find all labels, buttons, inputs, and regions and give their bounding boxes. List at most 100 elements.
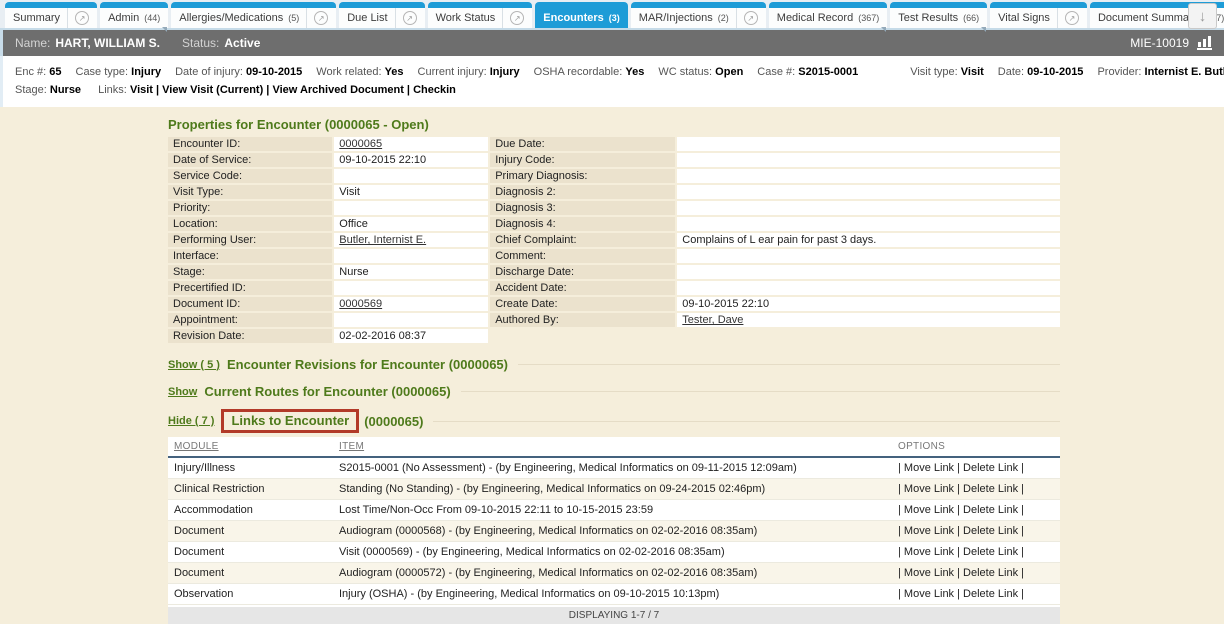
case-field-value: 09-10-2015 — [246, 66, 302, 78]
case-field-label: WC status: — [658, 66, 715, 78]
property-value-link[interactable]: 0000065 — [339, 138, 382, 150]
property-value-link[interactable]: 0000569 — [339, 298, 382, 310]
system-id: MIE-10019 — [1130, 36, 1189, 50]
property-label: Precertified ID: — [168, 281, 332, 295]
property-label: Appointment: — [168, 313, 332, 327]
property-label: Injury Code: — [490, 153, 675, 167]
case-field-value: Yes — [625, 66, 644, 78]
property-label: Visit Type: — [168, 185, 332, 199]
delete-link-button[interactable]: Delete Link — [963, 588, 1018, 600]
patient-header-bar: Name: HART, WILLIAM S. Status: Active MI… — [0, 30, 1224, 56]
popout-arrow-icon: ↗ — [1065, 11, 1079, 25]
property-label: Comment: — [490, 249, 675, 263]
case-link-visit[interactable]: Visit — [130, 84, 153, 96]
tab-popout-button[interactable]: ↗ — [1057, 8, 1079, 28]
routes-show-toggle[interactable]: Show — [168, 386, 197, 398]
properties-row: Encounter ID: 0000065 Due Date: — [168, 137, 1060, 151]
properties-row: Location:OfficeDiagnosis 4: — [168, 217, 1060, 231]
delete-link-button[interactable]: Delete Link — [963, 546, 1018, 558]
column-header-module[interactable]: MODULE — [174, 441, 219, 452]
tab-label: Admin — [108, 12, 139, 24]
delete-link-button[interactable]: Delete Link — [963, 462, 1018, 474]
property-label: Date of Service: — [168, 153, 332, 167]
tab-allergies-medications[interactable]: Allergies/Medications(5)↗ — [171, 2, 336, 28]
property-label: Encounter ID: — [168, 137, 332, 151]
property-value-link[interactable]: Butler, Internist E. — [339, 234, 426, 246]
visit-field-value: Visit — [961, 66, 984, 78]
case-link-view-archived-document[interactable]: View Archived Document — [272, 84, 403, 96]
tab-label: Work Status — [436, 12, 496, 24]
tab-mar-injections[interactable]: MAR/Injections(2)↗ — [631, 2, 766, 28]
tab-count: (5) — [288, 13, 299, 23]
case-link-checkin[interactable]: Checkin — [413, 84, 456, 96]
case-info-row-2: Stage: Nurse Links: Visit | View Visit (… — [15, 82, 1212, 98]
tab-popout-button[interactable]: ↗ — [306, 8, 328, 28]
case-link-view-visit-current-[interactable]: View Visit (Current) — [162, 84, 263, 96]
property-value — [677, 185, 1060, 199]
tab-medical-record[interactable]: Medical Record(367) — [769, 2, 887, 28]
tab-due-list[interactable]: Due List↗ — [339, 2, 424, 28]
delete-link-button[interactable]: Delete Link — [963, 504, 1018, 516]
property-label: Create Date: — [490, 297, 675, 311]
routes-section-header: Show Current Routes for Encounter (00000… — [168, 384, 1060, 399]
link-options-cell: | Move Link | Delete Link | — [892, 521, 1060, 542]
visit-field-value: Internist E. Butler, M.D. — [1145, 66, 1224, 78]
property-value — [334, 281, 488, 295]
revisions-show-toggle[interactable]: Show ( 5 ) — [168, 359, 220, 371]
links-heading-highlighted: Links to Encounter — [221, 409, 359, 433]
properties-heading: Properties for Encounter (0000065 - Open… — [168, 117, 1224, 132]
move-link-button[interactable]: Move Link — [904, 546, 954, 558]
delete-link-button[interactable]: Delete Link — [963, 483, 1018, 495]
move-link-button[interactable]: Move Link — [904, 567, 954, 579]
properties-row: Visit Type:VisitDiagnosis 2: — [168, 185, 1060, 199]
tab-work-status[interactable]: Work Status ↗ — [428, 2, 533, 28]
tab-popout-button[interactable]: ↗ — [502, 8, 524, 28]
popout-arrow-icon: ↗ — [510, 11, 524, 25]
move-link-button[interactable]: Move Link — [904, 462, 954, 474]
property-value: Nurse — [334, 265, 488, 279]
tab-count: (2) — [718, 13, 729, 23]
tab-vital-signs[interactable]: Vital Signs↗ — [990, 2, 1087, 28]
case-field-label: Date of injury: — [175, 66, 246, 78]
case-field-value: Injury — [131, 66, 161, 78]
property-value: 09-10-2015 22:10 — [334, 153, 488, 167]
case-field-label: Case type: — [76, 66, 132, 78]
links-hide-toggle[interactable]: Hide ( 7 ) — [168, 415, 214, 427]
property-label: Priority: — [168, 201, 332, 215]
link-module-cell: Accommodation — [168, 500, 333, 521]
property-value — [677, 217, 1060, 231]
bar-chart-icon[interactable] — [1197, 36, 1212, 50]
tab-encounters[interactable]: Encounters(3) — [535, 2, 628, 28]
delete-link-button[interactable]: Delete Link — [963, 525, 1018, 537]
link-module-cell: Document — [168, 542, 333, 563]
properties-row: Revision Date:02-02-2016 08:37 — [168, 329, 1060, 343]
column-header-item[interactable]: ITEM — [339, 441, 364, 452]
popout-arrow-icon: ↗ — [403, 11, 417, 25]
scroll-down-button[interactable]: ↓ — [1188, 3, 1217, 29]
link-module-cell: Observation — [168, 584, 333, 605]
link-row: ObservationInjury (OSHA) - (by Engineeri… — [168, 584, 1060, 605]
case-field-value: S2015-0001 — [798, 66, 858, 78]
move-link-button[interactable]: Move Link — [904, 588, 954, 600]
column-header-options: OPTIONS — [898, 441, 945, 452]
move-link-button[interactable]: Move Link — [904, 483, 954, 495]
tab-popout-button[interactable]: ↗ — [395, 8, 417, 28]
property-value — [677, 249, 1060, 263]
property-label: Service Code: — [168, 169, 332, 183]
move-link-button[interactable]: Move Link — [904, 504, 954, 516]
tab-popout-button[interactable]: ↗ — [67, 8, 89, 28]
case-field-value: Open — [715, 66, 743, 78]
properties-row: Date of Service:09-10-2015 22:10Injury C… — [168, 153, 1060, 167]
tab-summary[interactable]: Summary↗ — [5, 2, 97, 28]
property-value-link[interactable]: Tester, Dave — [682, 314, 743, 326]
move-link-button[interactable]: Move Link — [904, 525, 954, 537]
link-item-cell: S2015-0001 (No Assessment) - (by Enginee… — [333, 457, 892, 479]
tab-test-results[interactable]: Test Results(66) — [890, 2, 987, 28]
tab-admin[interactable]: Admin(44) — [100, 2, 168, 28]
property-value — [334, 169, 488, 183]
property-label: Due Date: — [490, 137, 675, 151]
tab-popout-button[interactable]: ↗ — [736, 8, 758, 28]
delete-link-button[interactable]: Delete Link — [963, 567, 1018, 579]
tab-label: Document Summary — [1098, 12, 1198, 24]
link-item-cell: Audiogram (0000572) - (by Engineering, M… — [333, 563, 892, 584]
